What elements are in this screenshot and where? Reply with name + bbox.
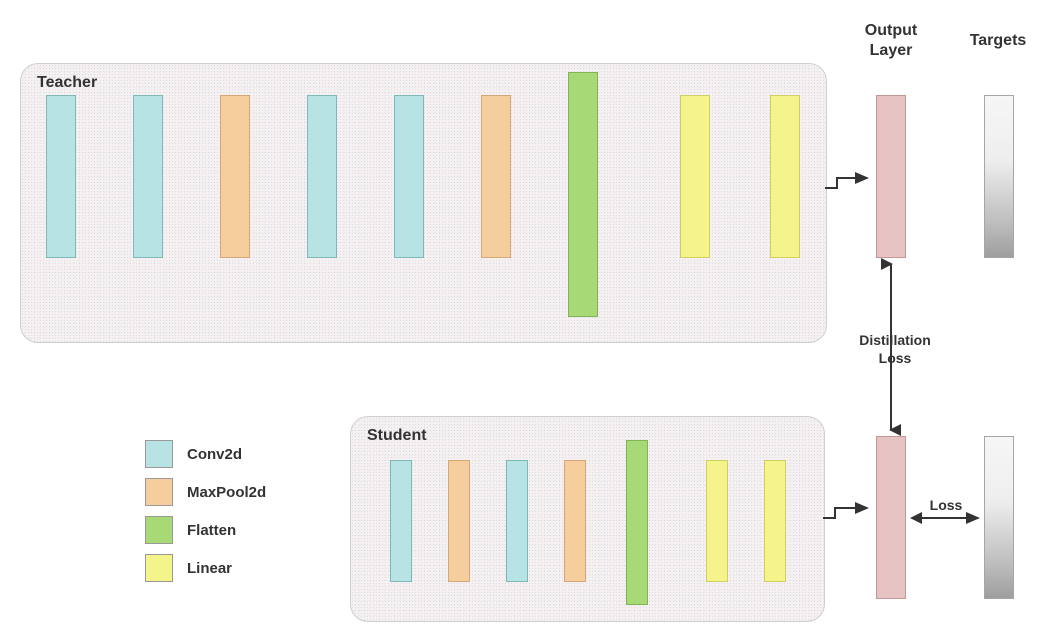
legend-label: Linear	[187, 560, 232, 577]
student-targets-bar	[984, 436, 1014, 599]
legend-label: MaxPool2d	[187, 484, 266, 501]
student-to-output-arrow	[823, 505, 883, 535]
student-container: Student	[350, 416, 825, 622]
student-conv-2	[506, 460, 528, 582]
targets-header: Targets	[958, 31, 1038, 51]
legend-swatch-conv	[145, 440, 173, 468]
teacher-conv-1	[46, 95, 76, 258]
legend: Conv2d MaxPool2d Flatten Linear	[145, 435, 266, 587]
output-layer-header: Output Layer	[851, 21, 931, 61]
teacher-pool-1	[220, 95, 250, 258]
teacher-linear-1	[680, 95, 710, 258]
legend-row: Linear	[145, 549, 266, 587]
legend-label: Conv2d	[187, 446, 242, 463]
legend-row: Conv2d	[145, 435, 266, 473]
teacher-label: Teacher	[37, 74, 97, 92]
legend-row: Flatten	[145, 511, 266, 549]
student-linear-2	[764, 460, 786, 582]
teacher-conv-4	[394, 95, 424, 258]
legend-label: Flatten	[187, 522, 236, 539]
teacher-linear-2	[770, 95, 800, 258]
legend-swatch-pool	[145, 478, 173, 506]
teacher-conv-2	[133, 95, 163, 258]
loss-label: Loss	[926, 497, 966, 515]
distillation-loss-label: Distillation Loss	[852, 332, 938, 367]
teacher-pool-2	[481, 95, 511, 258]
teacher-to-output-arrow	[825, 175, 885, 205]
student-pool-1	[448, 460, 470, 582]
legend-swatch-flat	[145, 516, 173, 544]
legend-swatch-linear	[145, 554, 173, 582]
teacher-targets-bar	[984, 95, 1014, 258]
student-label: Student	[367, 427, 427, 445]
student-conv-1	[390, 460, 412, 582]
teacher-flatten	[568, 72, 598, 317]
student-pool-2	[564, 460, 586, 582]
teacher-conv-3	[307, 95, 337, 258]
student-linear-1	[706, 460, 728, 582]
student-flatten	[626, 440, 648, 605]
legend-row: MaxPool2d	[145, 473, 266, 511]
